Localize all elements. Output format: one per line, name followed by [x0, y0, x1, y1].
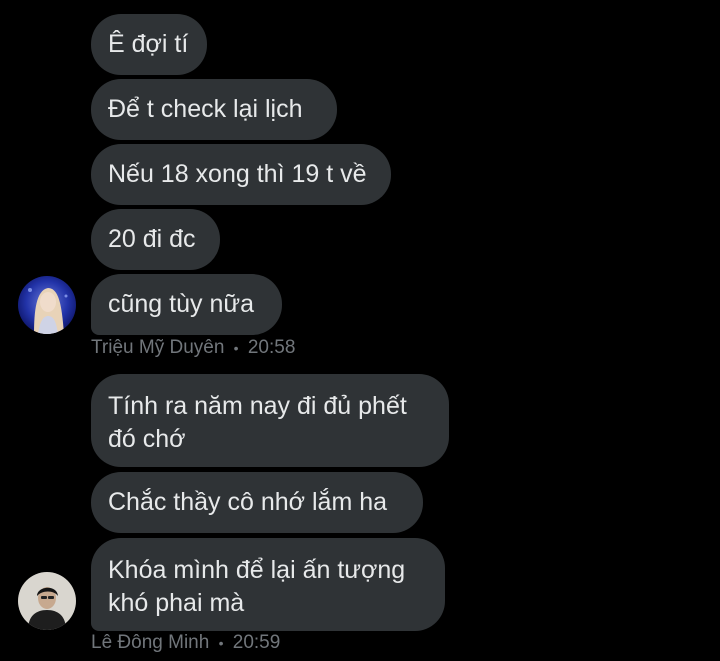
message-bubble[interactable]: Khóa mình để lại ấn tượng khó phai mà — [91, 538, 445, 631]
message-text: Ê đợi tí — [108, 30, 189, 58]
message-meta: Lê Đông Minh • 20:59 — [91, 632, 280, 654]
sender-name[interactable]: Triệu Mỹ Duyên — [91, 337, 224, 358]
message-text: Chắc thầy cô nhớ lắm ha — [108, 488, 388, 516]
user-avatar-photo-icon — [18, 572, 76, 630]
message-bubble[interactable]: Để t check lại lịch — [91, 79, 337, 140]
message-text: 20 đi đc — [108, 225, 196, 253]
message-bubble[interactable]: Ê đợi tí — [91, 14, 207, 75]
message-text: Tính ra năm nay đi đủ phết đó chớ — [108, 392, 407, 453]
message-meta: Triệu Mỹ Duyên • 20:58 — [91, 337, 295, 359]
message-bubble[interactable]: Nếu 18 xong thì 19 t về — [91, 144, 391, 205]
message-bubble[interactable]: Tính ra năm nay đi đủ phết đó chớ — [91, 374, 449, 467]
message-text: Nếu 18 xong thì 19 t về — [108, 160, 367, 188]
message-bubble[interactable]: Chắc thầy cô nhớ lắm ha — [91, 472, 423, 533]
meta-separator: • — [233, 340, 239, 356]
avatar[interactable] — [18, 572, 76, 630]
message-text: cũng tùy nữa — [108, 290, 254, 318]
message-time: 20:58 — [247, 337, 296, 358]
sender-name[interactable]: Lê Đông Minh — [91, 632, 209, 653]
message-time: 20:59 — [232, 632, 281, 653]
message-text: Khóa mình để lại ấn tượng khó phai mà — [108, 556, 406, 617]
message-bubble[interactable]: 20 đi đc — [91, 209, 220, 270]
message-bubble[interactable]: cũng tùy nữa — [91, 274, 282, 335]
meta-separator: • — [218, 635, 224, 651]
user-avatar-photo-icon — [18, 276, 76, 334]
message-text: Để t check lại lịch — [108, 95, 303, 123]
avatar[interactable] — [18, 276, 76, 334]
